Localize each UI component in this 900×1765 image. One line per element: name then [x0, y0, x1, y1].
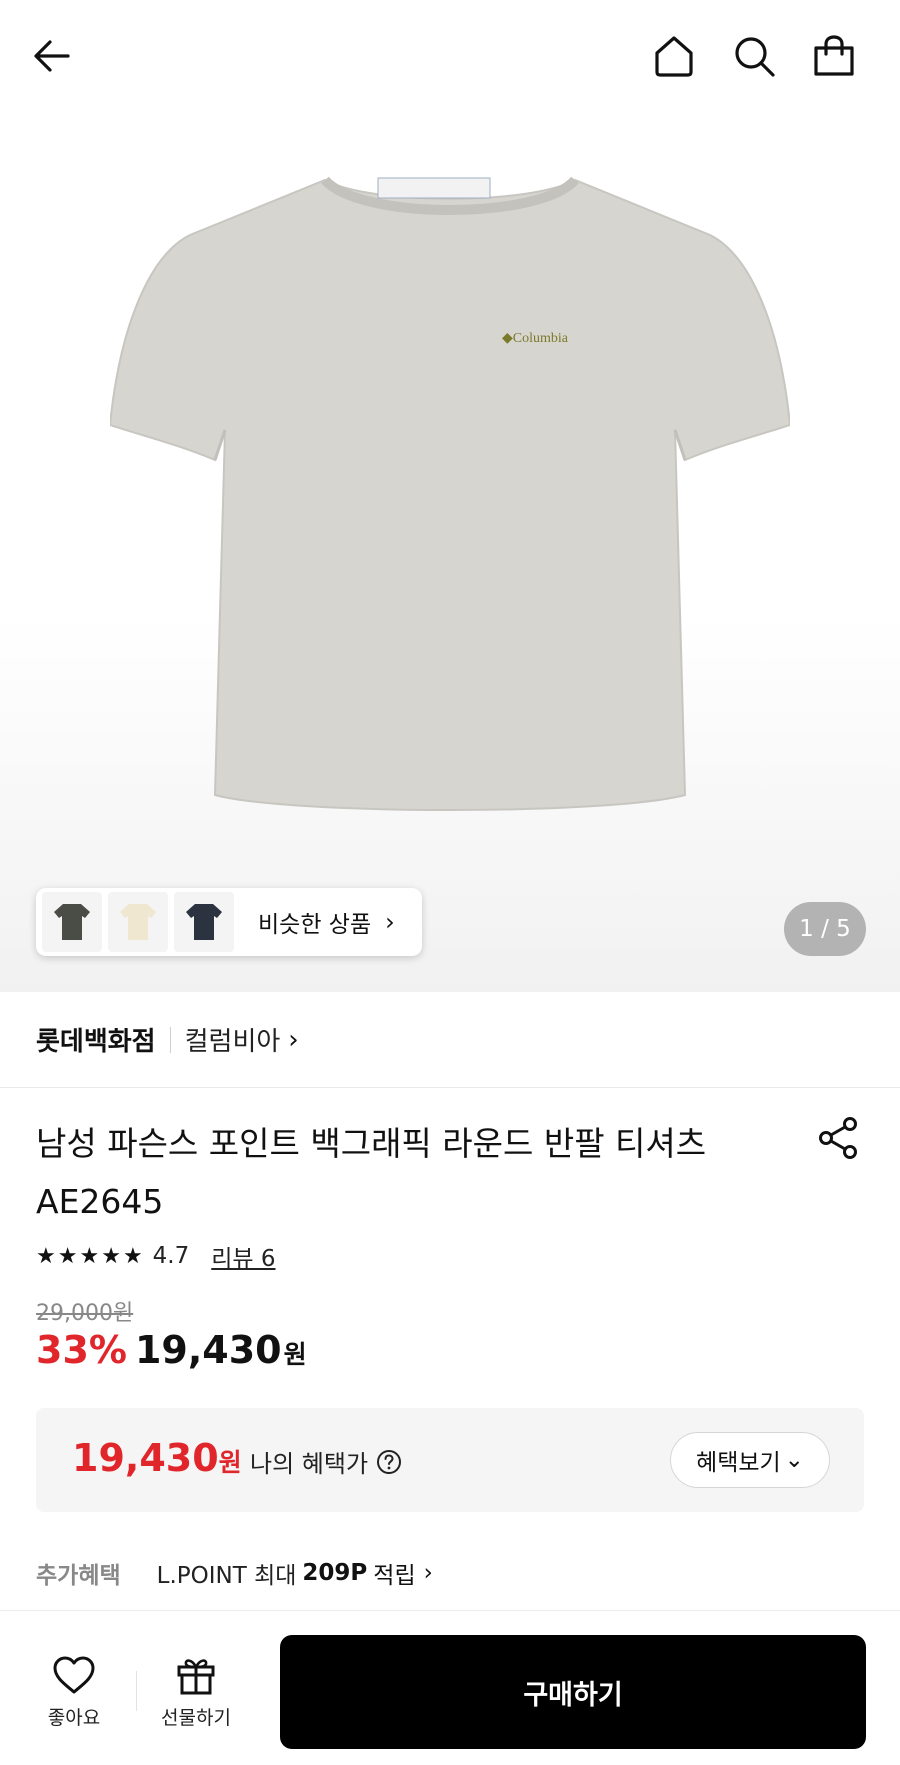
star-rating: ★ ★ ★ ★ ★: [36, 1244, 145, 1269]
columbia-logo-text: ◆Columbia: [502, 331, 569, 346]
gift-button[interactable]: 선물하기: [146, 1655, 246, 1730]
rating-value: 4.7: [152, 1243, 190, 1269]
like-label: 좋아요: [47, 1707, 101, 1729]
star-icon: ★: [101, 1243, 121, 1269]
chevron-down-icon: ⌄: [784, 1447, 804, 1473]
currency-unit: 원: [218, 1448, 242, 1477]
gift-label: 선물하기: [161, 1707, 231, 1729]
heart-icon: [53, 1656, 95, 1694]
bottom-divider: [136, 1671, 137, 1711]
rating-row: ★ ★ ★ ★ ★ 4.7 리뷰 6: [36, 1238, 276, 1274]
gift-icon: [177, 1659, 215, 1695]
benefit-label-row: 나의 혜택가: [250, 1444, 402, 1479]
lpoint-text: L.POINT 최대: [156, 1563, 297, 1589]
image-counter: 1 / 5: [784, 902, 866, 956]
benefit-price-box: 19,430원 나의 혜택가 혜택보기 ⌄: [36, 1408, 864, 1512]
back-arrow-icon: [34, 40, 70, 72]
similar-products-label: 비슷한 상품: [258, 912, 372, 938]
chevron-right-icon: ›: [423, 1560, 433, 1586]
product-image-gallery[interactable]: ◆Columbia 비슷한 상품 › 1 / 5: [0, 0, 900, 992]
share-icon: [819, 1117, 857, 1159]
chevron-right-icon: ›: [288, 1024, 299, 1055]
view-benefits-label: 혜택보기: [696, 1450, 781, 1476]
star-icon: ★: [57, 1243, 78, 1269]
star-icon: ★: [36, 1243, 56, 1269]
extra-benefit-row[interactable]: 추가혜택 L.POINT 최대 209P 적립 ›: [36, 1556, 433, 1590]
similar-thumb-2[interactable]: [108, 892, 168, 952]
price-row: 33% 19,430 원: [36, 1328, 307, 1372]
like-button[interactable]: 좋아요: [24, 1655, 124, 1730]
bottom-action-bar: 좋아요 선물하기 구매하기: [0, 1610, 900, 1765]
product-image-tshirt: ◆Columbia: [110, 176, 790, 811]
similar-thumb-3[interactable]: [174, 892, 234, 952]
benefit-label: 나의 혜택가: [250, 1450, 369, 1478]
home-icon: [655, 36, 693, 77]
view-benefits-button[interactable]: 혜택보기 ⌄: [670, 1432, 830, 1488]
extra-benefit-label: 추가혜택: [36, 1563, 121, 1589]
reviews-link[interactable]: 리뷰 6: [211, 1239, 275, 1273]
benefit-price-value: 19,430: [72, 1436, 219, 1480]
shopping-bag-icon: [814, 35, 854, 76]
original-price: 29,000원: [36, 1301, 134, 1326]
buy-button[interactable]: 구매하기: [280, 1635, 866, 1749]
star-icon: ★: [122, 1243, 143, 1269]
sale-price: 19,430: [134, 1328, 282, 1372]
cart-button[interactable]: [806, 28, 862, 84]
brand-link[interactable]: 컬럼비아: [185, 1021, 281, 1058]
discount-rate: 33%: [36, 1328, 127, 1372]
share-button[interactable]: [814, 1114, 862, 1162]
store-name[interactable]: 롯데백화점: [36, 1021, 156, 1058]
brand-divider: [169, 1026, 171, 1053]
back-button[interactable]: [24, 28, 80, 84]
currency-unit: 원: [283, 1340, 307, 1369]
star-icon: ★: [79, 1243, 100, 1269]
top-navigation: [0, 0, 900, 110]
similar-thumb-1[interactable]: [42, 892, 102, 952]
lpoint-suffix: 적립: [373, 1563, 416, 1589]
similar-products-button[interactable]: 비슷한 상품 ›: [36, 888, 422, 956]
brand-row: 롯데백화점 컬럼비아 ›: [0, 992, 900, 1088]
question-circle-icon[interactable]: [376, 1449, 402, 1475]
benefit-price: 19,430원: [72, 1436, 242, 1480]
home-button[interactable]: [646, 28, 702, 84]
search-icon: [735, 37, 775, 77]
chevron-right-icon: ›: [385, 908, 395, 936]
search-button[interactable]: [726, 28, 782, 84]
product-title: 남성 파슨스 포인트 백그래픽 라운드 반팔 티셔츠 AE2645: [36, 1124, 707, 1221]
lpoint-amount: 209P: [302, 1560, 368, 1586]
